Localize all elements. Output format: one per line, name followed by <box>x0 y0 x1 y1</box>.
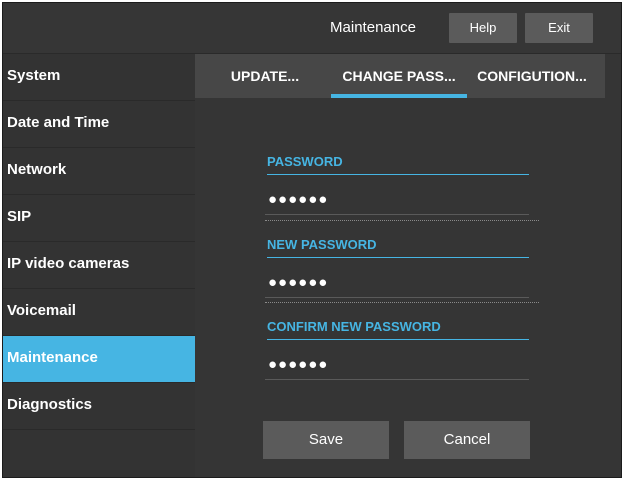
cancel-button[interactable]: Cancel <box>404 421 530 459</box>
tab-change-password[interactable]: CHANGE PASS... <box>331 54 467 98</box>
sidebar-item-ip-video-cameras[interactable]: IP video cameras <box>3 242 195 289</box>
sidebar-item-system[interactable]: System <box>3 54 195 101</box>
new-password-label: NEW PASSWORD <box>267 237 529 258</box>
app-window: Maintenance Help Exit System Date and Ti… <box>2 2 622 478</box>
tab-bar: UPDATE... CHANGE PASS... CONFIGUTION... <box>195 54 605 98</box>
sidebar-item-voicemail[interactable]: Voicemail <box>3 289 195 336</box>
tab-configuration[interactable]: CONFIGUTION... <box>467 54 597 98</box>
field-divider <box>265 220 539 221</box>
sidebar-item-date-and-time[interactable]: Date and Time <box>3 101 195 148</box>
sidebar-item-network[interactable]: Network <box>3 148 195 195</box>
new-password-field[interactable] <box>265 268 529 298</box>
password-label: PASSWORD <box>267 154 529 175</box>
sidebar: System Date and Time Network SIP IP vide… <box>3 54 195 477</box>
exit-button[interactable]: Exit <box>525 13 593 43</box>
confirm-password-field[interactable] <box>265 350 529 380</box>
active-tab-indicator <box>331 94 467 98</box>
sidebar-item-diagnostics[interactable]: Diagnostics <box>3 383 195 430</box>
sidebar-item-sip[interactable]: SIP <box>3 195 195 242</box>
help-button[interactable]: Help <box>449 13 517 43</box>
password-field[interactable] <box>265 185 529 215</box>
save-button[interactable]: Save <box>263 421 389 459</box>
sidebar-item-maintenance[interactable]: Maintenance <box>3 336 195 383</box>
tab-update[interactable]: UPDATE... <box>205 54 325 98</box>
confirm-password-label: CONFIRM NEW PASSWORD <box>267 319 529 340</box>
header-bar: Maintenance Help Exit <box>3 3 621 54</box>
page-title: Maintenance <box>330 19 416 36</box>
field-divider <box>265 302 539 303</box>
